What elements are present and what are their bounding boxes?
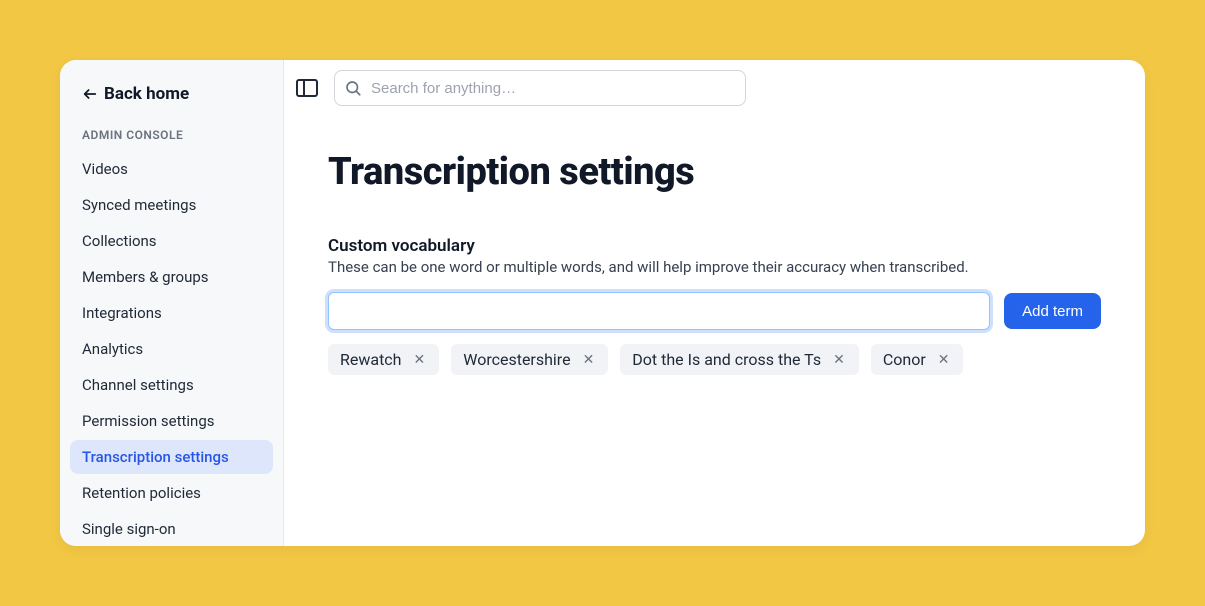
sidebar-nav: Videos Synced meetings Collections Members … — [70, 152, 273, 546]
remove-tag-icon[interactable]: ✕ — [581, 351, 597, 369]
sidebar-item[interactable]: Channel settings — [70, 368, 273, 402]
sidebar-item-label: Retention policies — [82, 484, 201, 502]
sidebar-item[interactable]: Single sign-on — [70, 512, 273, 546]
search-wrapper — [334, 70, 746, 106]
sidebar-item-label: Synced meetings — [82, 196, 196, 214]
remove-tag-icon[interactable]: ✕ — [936, 351, 952, 369]
vocab-tag: Rewatch ✕ — [328, 344, 439, 375]
sidebar-item[interactable]: Collections — [70, 224, 273, 258]
back-home-link[interactable]: Back home — [70, 80, 273, 118]
search-icon — [344, 79, 362, 97]
sidebar-item[interactable]: Synced meetings — [70, 188, 273, 222]
sidebar-item[interactable]: Integrations — [70, 296, 273, 330]
sidebar-item-label: Members & groups — [82, 268, 209, 286]
add-term-button[interactable]: Add term — [1004, 293, 1101, 329]
sidebar-item-label: Permission settings — [82, 412, 215, 430]
sidebar-item-label: Collections — [82, 232, 157, 250]
vocab-tags: Rewatch✕Worcestershire✕Dot the Is and cr… — [328, 344, 1101, 375]
sidebar-item[interactable]: Retention policies — [70, 476, 273, 510]
vocab-input-row: Add term — [328, 292, 1101, 330]
vocab-term-input[interactable] — [328, 292, 990, 330]
sidebar-item[interactable]: Analytics — [70, 332, 273, 366]
toggle-sidebar-icon[interactable] — [296, 79, 318, 97]
sidebar-item-label: Transcription settings — [82, 448, 229, 466]
content: Transcription settings Custom vocabulary… — [284, 116, 1145, 409]
sidebar-item[interactable]: Permission settings — [70, 404, 273, 438]
vocab-tag-label: Rewatch — [340, 350, 402, 369]
remove-tag-icon[interactable]: ✕ — [412, 351, 428, 369]
sidebar: Back home ADMIN CONSOLE Videos Synced mee… — [60, 60, 284, 546]
sidebar-item-label: Single sign-on — [82, 520, 176, 538]
back-home-label: Back home — [104, 84, 189, 104]
sidebar-section-label: ADMIN CONSOLE — [70, 118, 273, 152]
main-panel: Transcription settings Custom vocabulary… — [284, 60, 1145, 546]
sidebar-item-label: Videos — [82, 160, 128, 178]
search-input[interactable] — [334, 70, 746, 106]
remove-tag-icon[interactable]: ✕ — [831, 351, 847, 369]
vocab-section-label: Custom vocabulary — [328, 236, 1101, 256]
vocab-tag: Worcestershire ✕ — [451, 344, 608, 375]
arrow-left-icon — [82, 86, 98, 102]
sidebar-item[interactable]: Transcription settings — [70, 440, 273, 474]
sidebar-item-label: Analytics — [82, 340, 143, 358]
vocab-tag-label: Conor — [883, 350, 926, 369]
admin-console-window: Back home ADMIN CONSOLE Videos Synced mee… — [60, 60, 1145, 546]
topbar — [284, 60, 1145, 116]
vocab-tag-label: Worcestershire — [463, 350, 570, 369]
sidebar-item-label: Integrations — [82, 304, 162, 322]
vocab-tag-label: Dot the Is and cross the Ts — [632, 350, 821, 369]
vocab-section-help: These can be one word or multiple words,… — [328, 258, 1101, 276]
sidebar-item[interactable]: Videos — [70, 152, 273, 186]
sidebar-item-label: Channel settings — [82, 376, 194, 394]
page-title: Transcription settings — [328, 150, 1101, 194]
vocab-tag: Conor ✕ — [871, 344, 964, 375]
sidebar-item[interactable]: Members & groups — [70, 260, 273, 294]
vocab-tag: Dot the Is and cross the Ts ✕ — [620, 344, 859, 375]
